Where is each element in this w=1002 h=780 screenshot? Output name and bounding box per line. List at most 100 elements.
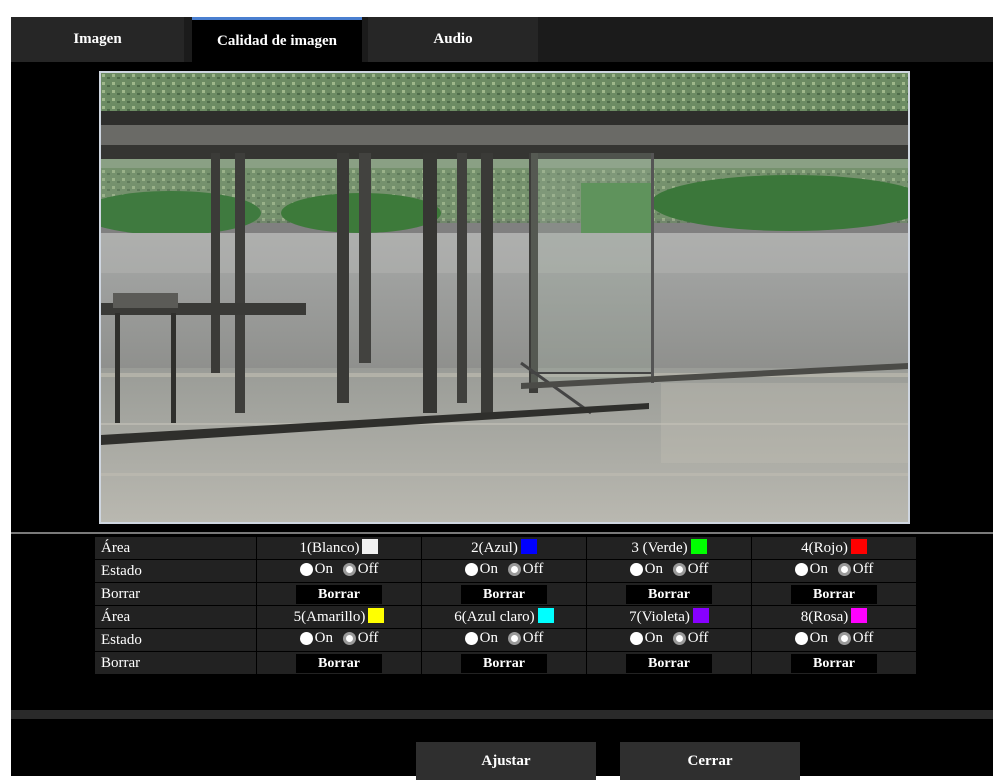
tab-calidad-de-imagen[interactable]: Calidad de imagen bbox=[192, 17, 362, 62]
area-2-header: 2(Azul) bbox=[421, 536, 587, 560]
area-6-off-radio[interactable]: Off bbox=[507, 630, 543, 647]
table-row: Borrar Borrar Borrar Borrar Borrar bbox=[94, 582, 917, 606]
radio-icon bbox=[464, 632, 478, 645]
area-1-clear-cell: Borrar bbox=[256, 582, 422, 606]
area-3-clear-cell: Borrar bbox=[586, 582, 752, 606]
radio-label: On bbox=[479, 561, 499, 577]
area-6-state: On Off bbox=[421, 628, 587, 652]
radio-label: Off bbox=[687, 561, 709, 577]
areas-table: Área 1(Blanco) 2(Azul) 3 (Verde) 4(Rojo)… bbox=[94, 536, 917, 675]
area-1-name: 1(Blanco) bbox=[299, 540, 360, 556]
radio-selected-icon bbox=[837, 563, 851, 576]
area-2-clear-cell: Borrar bbox=[421, 582, 587, 606]
tab-imagen[interactable]: Imagen bbox=[11, 17, 184, 62]
radio-icon bbox=[794, 632, 808, 645]
area-6-header: 6(Azul claro) bbox=[421, 605, 587, 629]
tab-imagen-label: Imagen bbox=[73, 31, 122, 47]
area-2-on-radio[interactable]: On bbox=[464, 561, 499, 578]
area-4-color-swatch bbox=[850, 539, 867, 554]
radio-icon bbox=[629, 632, 643, 645]
area-1-color-swatch bbox=[362, 539, 379, 554]
area-3-name: 3 (Verde) bbox=[631, 540, 688, 556]
radio-selected-icon bbox=[342, 563, 356, 576]
area-7-clear-cell: Borrar bbox=[586, 651, 752, 675]
area-4-clear-button[interactable]: Borrar bbox=[791, 584, 877, 604]
radio-label: On bbox=[809, 630, 829, 646]
area-5-name: 5(Amarillo) bbox=[293, 609, 366, 625]
radio-label: Off bbox=[852, 561, 874, 577]
area-1-on-radio[interactable]: On bbox=[299, 561, 334, 578]
ajustar-button[interactable]: Ajustar bbox=[416, 742, 596, 780]
area-1-clear-button[interactable]: Borrar bbox=[296, 584, 382, 604]
area-7-clear-button[interactable]: Borrar bbox=[626, 653, 712, 673]
area-5-on-radio[interactable]: On bbox=[299, 630, 334, 647]
area-1-off-radio[interactable]: Off bbox=[342, 561, 379, 578]
area-6-clear-cell: Borrar bbox=[421, 651, 587, 675]
area-3-clear-button[interactable]: Borrar bbox=[626, 584, 712, 604]
radio-selected-icon bbox=[507, 632, 521, 645]
area-6-clear-button[interactable]: Borrar bbox=[461, 653, 547, 673]
radio-label: Off bbox=[522, 561, 544, 577]
area-6-color-swatch bbox=[537, 608, 554, 623]
radio-selected-icon bbox=[837, 632, 851, 645]
area-8-off-radio[interactable]: Off bbox=[837, 630, 874, 647]
area-8-clear-cell: Borrar bbox=[751, 651, 917, 675]
area-5-clear-cell: Borrar bbox=[256, 651, 422, 675]
table-row: Estado On Off On Off On Off On Off bbox=[94, 559, 917, 583]
radio-label: On bbox=[809, 561, 829, 577]
tab-audio[interactable]: Audio bbox=[368, 17, 538, 62]
radio-icon bbox=[299, 563, 313, 576]
area-2-state: On Off bbox=[421, 559, 587, 583]
area-7-header: 7(Violeta) bbox=[586, 605, 752, 629]
area-8-clear-button[interactable]: Borrar bbox=[791, 653, 877, 673]
radio-selected-icon bbox=[507, 563, 521, 576]
area-4-state: On Off bbox=[751, 559, 917, 583]
separator bbox=[11, 532, 993, 534]
tab-calidad-label: Calidad de imagen bbox=[216, 32, 337, 49]
area-5-off-radio[interactable]: Off bbox=[342, 630, 378, 647]
area-8-color-swatch bbox=[851, 608, 868, 623]
area-7-on-radio[interactable]: On bbox=[629, 630, 663, 647]
area-6-name: 6(Azul claro) bbox=[454, 609, 535, 625]
table-row: Borrar Borrar Borrar Borrar Borrar bbox=[94, 651, 917, 675]
radio-label: On bbox=[314, 630, 334, 646]
area-6-on-radio[interactable]: On bbox=[464, 630, 499, 647]
radio-icon bbox=[464, 563, 478, 576]
tab-bar: Imagen Calidad de imagen Audio bbox=[11, 17, 993, 62]
radio-label: Off bbox=[357, 561, 379, 577]
radio-icon bbox=[794, 563, 808, 576]
area-4-clear-cell: Borrar bbox=[751, 582, 917, 606]
radio-selected-icon bbox=[672, 632, 686, 645]
camera-scene-image bbox=[101, 73, 908, 522]
radio-label: On bbox=[479, 630, 499, 646]
area-8-on-radio[interactable]: On bbox=[794, 630, 829, 647]
area-3-state: On Off bbox=[586, 559, 752, 583]
area-label: Área bbox=[94, 536, 257, 560]
area-1-header: 1(Blanco) bbox=[256, 536, 422, 560]
state-label: Estado bbox=[94, 628, 257, 652]
clear-label: Borrar bbox=[94, 582, 257, 606]
area-4-off-radio[interactable]: Off bbox=[837, 561, 874, 578]
area-7-off-radio[interactable]: Off bbox=[672, 630, 708, 647]
state-label: Estado bbox=[94, 559, 257, 583]
area-2-off-radio[interactable]: Off bbox=[507, 561, 544, 578]
tab-audio-label: Audio bbox=[433, 31, 473, 47]
area-8-header: 8(Rosa) bbox=[751, 605, 917, 629]
area-4-on-radio[interactable]: On bbox=[794, 561, 829, 578]
radio-label: On bbox=[314, 561, 334, 577]
radio-label: Off bbox=[852, 630, 874, 646]
radio-icon bbox=[299, 632, 313, 645]
cerrar-button[interactable]: Cerrar bbox=[620, 742, 800, 780]
area-2-clear-button[interactable]: Borrar bbox=[461, 584, 547, 604]
area-3-on-radio[interactable]: On bbox=[629, 561, 664, 578]
area-3-off-radio[interactable]: Off bbox=[672, 561, 709, 578]
area-3-header: 3 (Verde) bbox=[586, 536, 752, 560]
clear-label: Borrar bbox=[94, 651, 257, 675]
radio-label: On bbox=[644, 561, 664, 577]
area-5-clear-button[interactable]: Borrar bbox=[296, 653, 382, 673]
area-label: Área bbox=[94, 605, 257, 629]
camera-live-image[interactable] bbox=[99, 71, 910, 524]
radio-selected-icon bbox=[672, 563, 686, 576]
area-7-name: 7(Violeta) bbox=[629, 609, 690, 625]
radio-selected-icon bbox=[342, 632, 356, 645]
